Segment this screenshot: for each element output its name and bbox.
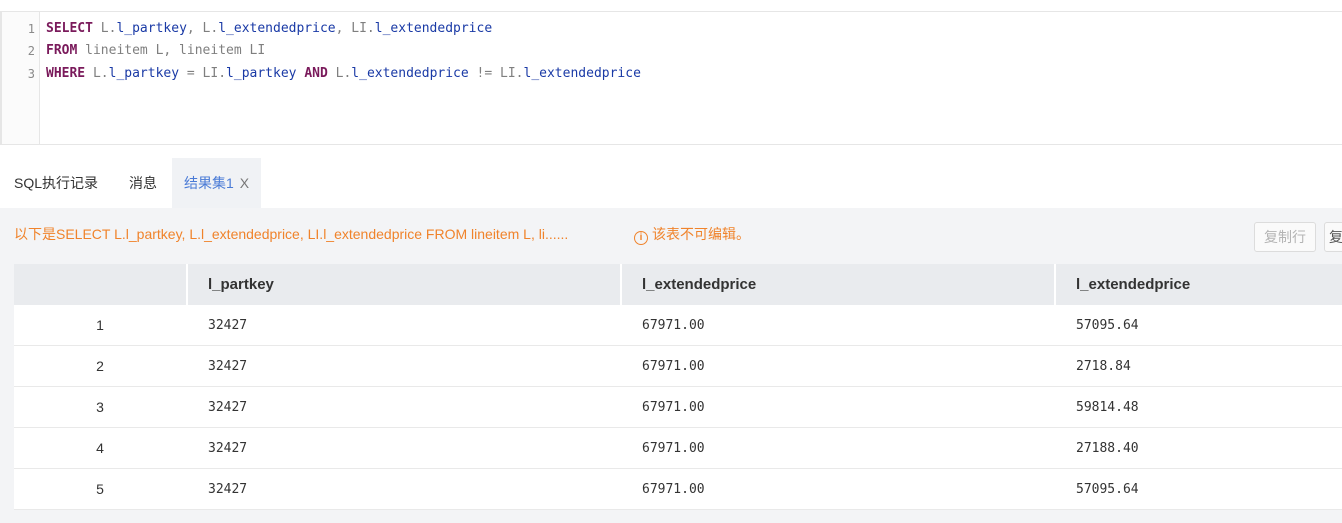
- table-header: l_partkey l_extendedprice l_extendedpric…: [14, 264, 1342, 305]
- table-row[interactable]: 5 32427 67971.00 57095.64: [14, 469, 1342, 510]
- code-field: l_extendedprice: [523, 66, 641, 81]
- tab-messages[interactable]: 消息: [129, 158, 157, 208]
- code-token: , LI.: [335, 21, 375, 36]
- code-field: l_extendedprice: [218, 21, 336, 36]
- row-index: 5: [96, 481, 104, 497]
- result-panel: 以下是SELECT L.l_partkey, L.l_extendedprice…: [0, 208, 1342, 523]
- cell-l-extendedprice[interactable]: 67971.00: [642, 387, 705, 428]
- query-info-text: 以下是SELECT L.l_partkey, L.l_extendedprice…: [14, 226, 569, 242]
- header-index: [14, 264, 186, 305]
- code-token: L.: [85, 66, 109, 81]
- table-row[interactable]: 2 32427 67971.00 2718.84: [14, 346, 1342, 387]
- table-row[interactable]: 4 32427 67971.00 27188.40: [14, 428, 1342, 469]
- code-field: l_partkey: [116, 21, 187, 36]
- code-field: l_extendedprice: [374, 21, 493, 36]
- keyword-and: AND: [296, 66, 328, 81]
- top-strip: [0, 0, 1342, 12]
- table-row[interactable]: 1 32427 67971.00 57095.64: [14, 305, 1342, 346]
- code-token: != LI.: [468, 66, 524, 81]
- copy-button[interactable]: 复: [1324, 222, 1342, 252]
- tab-result-label: 结果集1: [184, 175, 234, 191]
- code-line-3[interactable]: WHERE L.l_partkey = LI.l_partkey AND L.l…: [46, 63, 641, 85]
- header-l-partkey[interactable]: l_partkey: [186, 264, 620, 305]
- cell-l-extendedprice[interactable]: 67971.00: [642, 346, 705, 387]
- cell-l-partkey[interactable]: 32427: [208, 469, 247, 510]
- tab-sql-history[interactable]: SQL执行记录: [14, 158, 98, 208]
- cell-l-extendedprice[interactable]: 67971.00: [642, 305, 705, 346]
- line-number: 1: [27, 22, 35, 36]
- info-icon: i: [634, 231, 648, 245]
- row-index: 4: [96, 440, 104, 456]
- row-index: 2: [96, 358, 104, 374]
- code-token: = LI.: [179, 66, 227, 81]
- keyword-where: WHERE: [46, 66, 86, 81]
- cell-l-partkey[interactable]: 32427: [208, 346, 247, 387]
- read-only-warning: i 该表不可编辑。: [634, 224, 750, 245]
- code-token: , L.: [186, 21, 219, 36]
- cell-l-partkey[interactable]: 32427: [208, 428, 247, 469]
- code-field: l_extendedprice: [351, 66, 469, 81]
- result-tabs: SQL执行记录 消息 结果集1 X: [0, 158, 1342, 208]
- result-table: l_partkey l_extendedprice l_extendedpric…: [14, 264, 1342, 510]
- table-row[interactable]: 3 32427 67971.00 59814.48: [14, 387, 1342, 428]
- code-token: L.: [92, 21, 117, 36]
- sql-editor[interactable]: 1 2 3 SELECT L.l_partkey, L.l_extendedpr…: [0, 12, 1342, 145]
- cell-l-extendedprice-2[interactable]: 57095.64: [1076, 305, 1139, 346]
- line-number: 2: [27, 44, 35, 58]
- header-l-extendedprice-2[interactable]: l_extendedprice: [1054, 264, 1342, 305]
- cell-l-extendedprice-2[interactable]: 2718.84: [1076, 346, 1131, 387]
- code-field: l_partkey: [108, 66, 180, 81]
- header-l-extendedprice[interactable]: l_extendedprice: [620, 264, 1054, 305]
- cell-l-extendedprice-2[interactable]: 57095.64: [1076, 469, 1139, 510]
- code-token: lineitem L, lineitem LI: [77, 43, 266, 58]
- row-index: 1: [96, 317, 104, 333]
- keyword-select: SELECT: [46, 21, 93, 36]
- cell-l-extendedprice-2[interactable]: 59814.48: [1076, 387, 1139, 428]
- line-number: 3: [27, 67, 35, 81]
- code-line-1[interactable]: SELECT L.l_partkey, L.l_extendedprice, L…: [46, 18, 492, 40]
- row-index: 3: [96, 399, 104, 415]
- line-number-gutter: 1 2 3: [2, 12, 40, 144]
- cell-l-extendedprice-2[interactable]: 27188.40: [1076, 428, 1139, 469]
- code-line-2[interactable]: FROM lineitem L, lineitem LI: [46, 40, 265, 62]
- cell-l-partkey[interactable]: 32427: [208, 305, 247, 346]
- code-field: l_partkey: [226, 66, 297, 81]
- copy-row-button[interactable]: 复制行: [1254, 222, 1316, 252]
- code-token: L.: [327, 66, 352, 81]
- keyword-from: FROM: [46, 43, 78, 58]
- warning-text: 该表不可编辑。: [652, 226, 750, 242]
- cell-l-extendedprice[interactable]: 67971.00: [642, 469, 705, 510]
- cell-l-extendedprice[interactable]: 67971.00: [642, 428, 705, 469]
- close-icon[interactable]: X: [240, 175, 249, 191]
- tab-result-1[interactable]: 结果集1 X: [172, 158, 262, 208]
- cell-l-partkey[interactable]: 32427: [208, 387, 247, 428]
